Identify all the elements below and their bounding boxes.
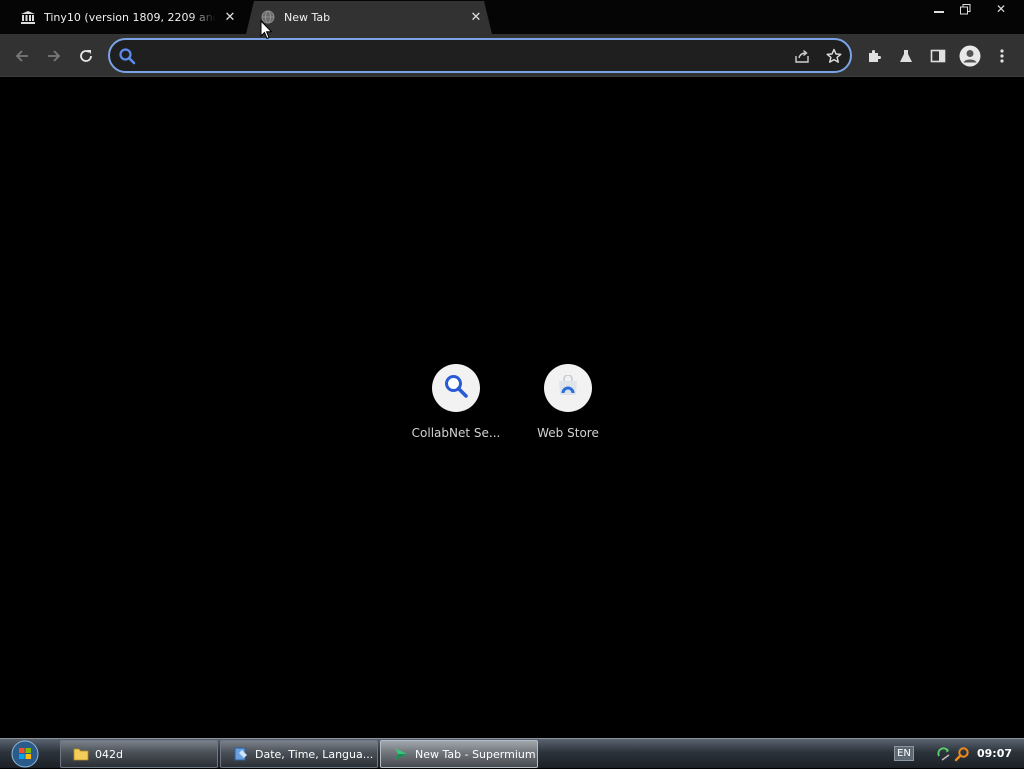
minimize-icon[interactable]: [926, 0, 952, 18]
search-icon: [118, 47, 136, 65]
bookmark-star-icon[interactable]: [824, 46, 844, 66]
clock-time[interactable]: 09:07: [977, 747, 1012, 760]
browser-toolbar: [0, 34, 1024, 77]
address-input[interactable]: [144, 46, 764, 66]
share-icon[interactable]: [792, 46, 812, 66]
network-sync-icon[interactable]: [936, 746, 952, 762]
taskbar-item-supermium[interactable]: New Tab - Supermium: [380, 740, 538, 768]
webstore-icon: [556, 374, 580, 401]
tab-new-tab[interactable]: New Tab ✕: [246, 0, 492, 34]
extensions-icon[interactable]: [862, 44, 886, 68]
window-controls: ✕: [926, 0, 1024, 18]
profile-avatar-icon[interactable]: [958, 44, 982, 68]
address-bar[interactable]: [108, 38, 852, 73]
menu-kebab-icon[interactable]: [990, 44, 1014, 68]
close-icon[interactable]: ✕: [978, 0, 1024, 18]
search-magnifier-icon: [443, 373, 469, 403]
windows-start-orb-icon[interactable]: [8, 740, 42, 768]
search-magnifier-tray-icon[interactable]: [954, 746, 970, 762]
reload-icon[interactable]: [74, 44, 98, 68]
taskbar-item-folder[interactable]: 042d: [60, 740, 218, 768]
shortcut-collabnet[interactable]: CollabNet Se...: [400, 364, 512, 440]
shortcut-label: CollabNet Se...: [411, 426, 501, 440]
archive-building-icon: [20, 9, 36, 25]
control-panel-icon: [233, 746, 249, 762]
side-panel-icon[interactable]: [926, 44, 950, 68]
taskbar-item-label: Date, Time, Langua...: [255, 747, 374, 761]
folder-icon: [73, 746, 89, 762]
new-tab-page: CollabNet Se... Web Store: [0, 78, 1024, 738]
tab-title: Tiny10 (version 1809, 2209 and 23H2): [44, 10, 216, 24]
system-tray: EN 09:07: [884, 739, 1024, 769]
close-tab-icon[interactable]: ✕: [222, 9, 238, 25]
taskbar: 042d Date, Time, Langua... New Tab - Sup…: [0, 738, 1024, 768]
taskbar-item-date-time[interactable]: Date, Time, Langua...: [220, 740, 378, 768]
tab-title: New Tab: [284, 10, 331, 24]
back-arrow-icon[interactable]: [10, 44, 34, 68]
taskbar-item-label: 042d: [95, 747, 123, 761]
supermium-icon: [393, 746, 409, 762]
tab-tiny10[interactable]: Tiny10 (version 1809, 2209 and 23H2) ✕: [0, 0, 246, 34]
language-indicator[interactable]: EN: [894, 746, 914, 761]
shortcut-web-store[interactable]: Web Store: [512, 364, 624, 440]
forward-arrow-icon[interactable]: [42, 44, 66, 68]
mouse-cursor-icon: [260, 19, 274, 40]
shortcut-label: Web Store: [537, 426, 599, 440]
taskbar-item-label: New Tab - Supermium: [415, 747, 536, 761]
close-tab-icon[interactable]: ✕: [468, 9, 484, 25]
restore-icon[interactable]: [952, 0, 978, 18]
title-bar: Tiny10 (version 1809, 2209 and 23H2) ✕ N…: [0, 0, 1024, 34]
labs-flask-icon[interactable]: [894, 44, 918, 68]
